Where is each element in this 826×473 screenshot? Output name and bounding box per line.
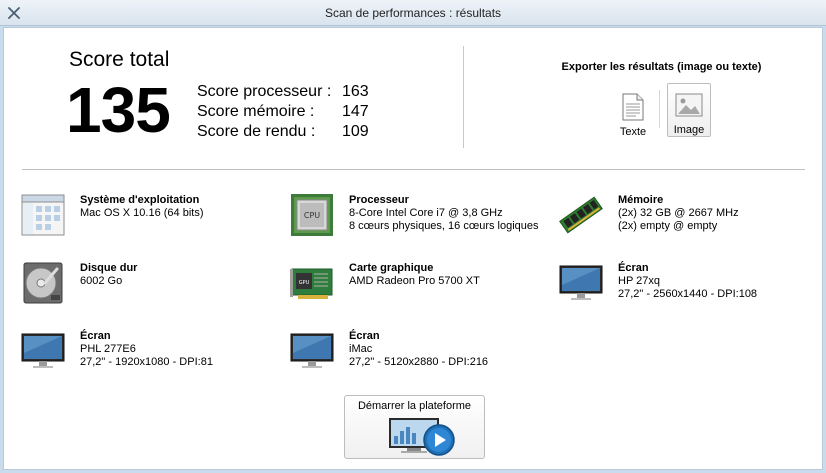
- gpu-chip-label: GPU: [299, 280, 310, 286]
- hw-cpu-name: Processeur: [349, 194, 409, 206]
- cpu-score-row: Score processeur : 163: [197, 82, 369, 102]
- render-score-row: Score de rendu : 109: [197, 122, 369, 142]
- memory-score-row: Score mémoire : 147: [197, 102, 369, 122]
- render-score-label: Score de rendu :: [197, 123, 316, 140]
- export-text-button[interactable]: Texte: [611, 86, 655, 140]
- hw-screen-2-line2: 27,2" - 1920x1080 - DPI:81: [80, 356, 213, 368]
- export-image-label: Image: [673, 124, 705, 136]
- hard-disk-icon: [23, 262, 63, 304]
- hw-os-name: Système d'exploitation: [80, 194, 200, 206]
- hw-screen-1-line2: 27,2" - 2560x1440 - DPI:108: [618, 288, 758, 300]
- os-window-icon: [21, 194, 65, 236]
- hw-screen-1: Écran HP 27xq 27,2" - 2560x1440 - DPI:10…: [559, 261, 757, 305]
- launch-platform-label: Démarrer la plateforme: [357, 400, 472, 412]
- platform-play-icon: [389, 418, 455, 456]
- hw-cpu-line2: 8 cœurs physiques, 16 cœurs logiques: [349, 220, 539, 232]
- export-title: Exporter les résultats (image ou texte): [561, 61, 762, 73]
- hw-os: Système d'exploitation Mac OS X 10.16 (6…: [21, 193, 204, 237]
- cpu-score-value: 163: [342, 83, 369, 100]
- hw-cpu-line1: 8-Core Intel Core i7 @ 3,8 GHz: [349, 207, 503, 219]
- sub-scores: Score processeur : 163 Score mémoire : 1…: [197, 82, 369, 142]
- hw-memory-name: Mémoire: [618, 194, 664, 206]
- monitor-icon: [559, 265, 603, 300]
- export-text-label: Texte: [619, 126, 647, 138]
- memory-ram-icon: [559, 196, 603, 234]
- total-score-value: 135: [66, 74, 171, 146]
- title-bar: Scan de performances : résultats: [0, 0, 826, 26]
- image-icon: [675, 93, 703, 117]
- hw-screen-3-name: Écran: [349, 330, 380, 342]
- export-image-button[interactable]: Image: [667, 83, 711, 137]
- hw-memory-line2: (2x) empty @ empty: [618, 220, 718, 232]
- launch-platform-button[interactable]: Démarrer la plateforme: [344, 395, 485, 459]
- render-score-value: 109: [342, 123, 369, 140]
- hw-cpu: CPU Processeur 8-Core Intel Core i7 @ 3,…: [290, 193, 539, 237]
- cpu-chip-icon: CPU: [291, 194, 333, 236]
- memory-score-label: Score mémoire :: [197, 103, 315, 120]
- hw-disk-line1: 6002 Go: [80, 275, 123, 287]
- hw-gpu-name: Carte graphique: [349, 262, 434, 274]
- results-panel: Score total 135 Score processeur : 163 S…: [3, 27, 823, 470]
- vertical-divider: [463, 46, 464, 148]
- monitor-icon: [290, 333, 334, 368]
- hw-screen-3-line2: 27,2" - 5120x2880 - DPI:216: [349, 356, 489, 368]
- hw-os-line1: Mac OS X 10.16 (64 bits): [80, 207, 204, 219]
- hw-screen-3: Écran iMac 27,2" - 5120x2880 - DPI:216: [290, 329, 488, 373]
- hw-gpu-line1: AMD Radeon Pro 5700 XT: [349, 275, 480, 287]
- total-score-label: Score total: [69, 48, 170, 71]
- hw-memory: Mémoire (2x) 32 GB @ 2667 MHz (2x) empty…: [559, 193, 739, 237]
- export-divider: [659, 90, 660, 128]
- cpu-score-label: Score processeur :: [197, 83, 332, 100]
- memory-score-value: 147: [342, 103, 369, 120]
- monitor-icon: [21, 333, 65, 368]
- hw-disk-name: Disque dur: [80, 262, 138, 274]
- hw-screen-1-name: Écran: [618, 262, 649, 274]
- hw-gpu: GPU Carte graphique AMD Radeon Pro 5700 …: [290, 261, 480, 305]
- hw-disk: Disque dur 6002 Go: [21, 261, 137, 305]
- cpu-chip-label: CPU: [304, 211, 320, 220]
- hw-screen-2-name: Écran: [80, 330, 111, 342]
- hw-memory-line1: (2x) 32 GB @ 2667 MHz: [618, 207, 739, 219]
- hw-screen-3-line1: iMac: [349, 343, 373, 355]
- hw-screen-1-line1: HP 27xq: [618, 275, 660, 287]
- window-title: Scan de performances : résultats: [324, 6, 502, 20]
- text-document-icon: [622, 93, 644, 121]
- hw-screen-2: Écran PHL 277E6 27,2" - 1920x1080 - DPI:…: [21, 329, 213, 373]
- horizontal-divider: [22, 169, 805, 170]
- graphics-card-icon: GPU: [290, 268, 333, 299]
- hw-screen-2-line1: PHL 277E6: [80, 343, 136, 355]
